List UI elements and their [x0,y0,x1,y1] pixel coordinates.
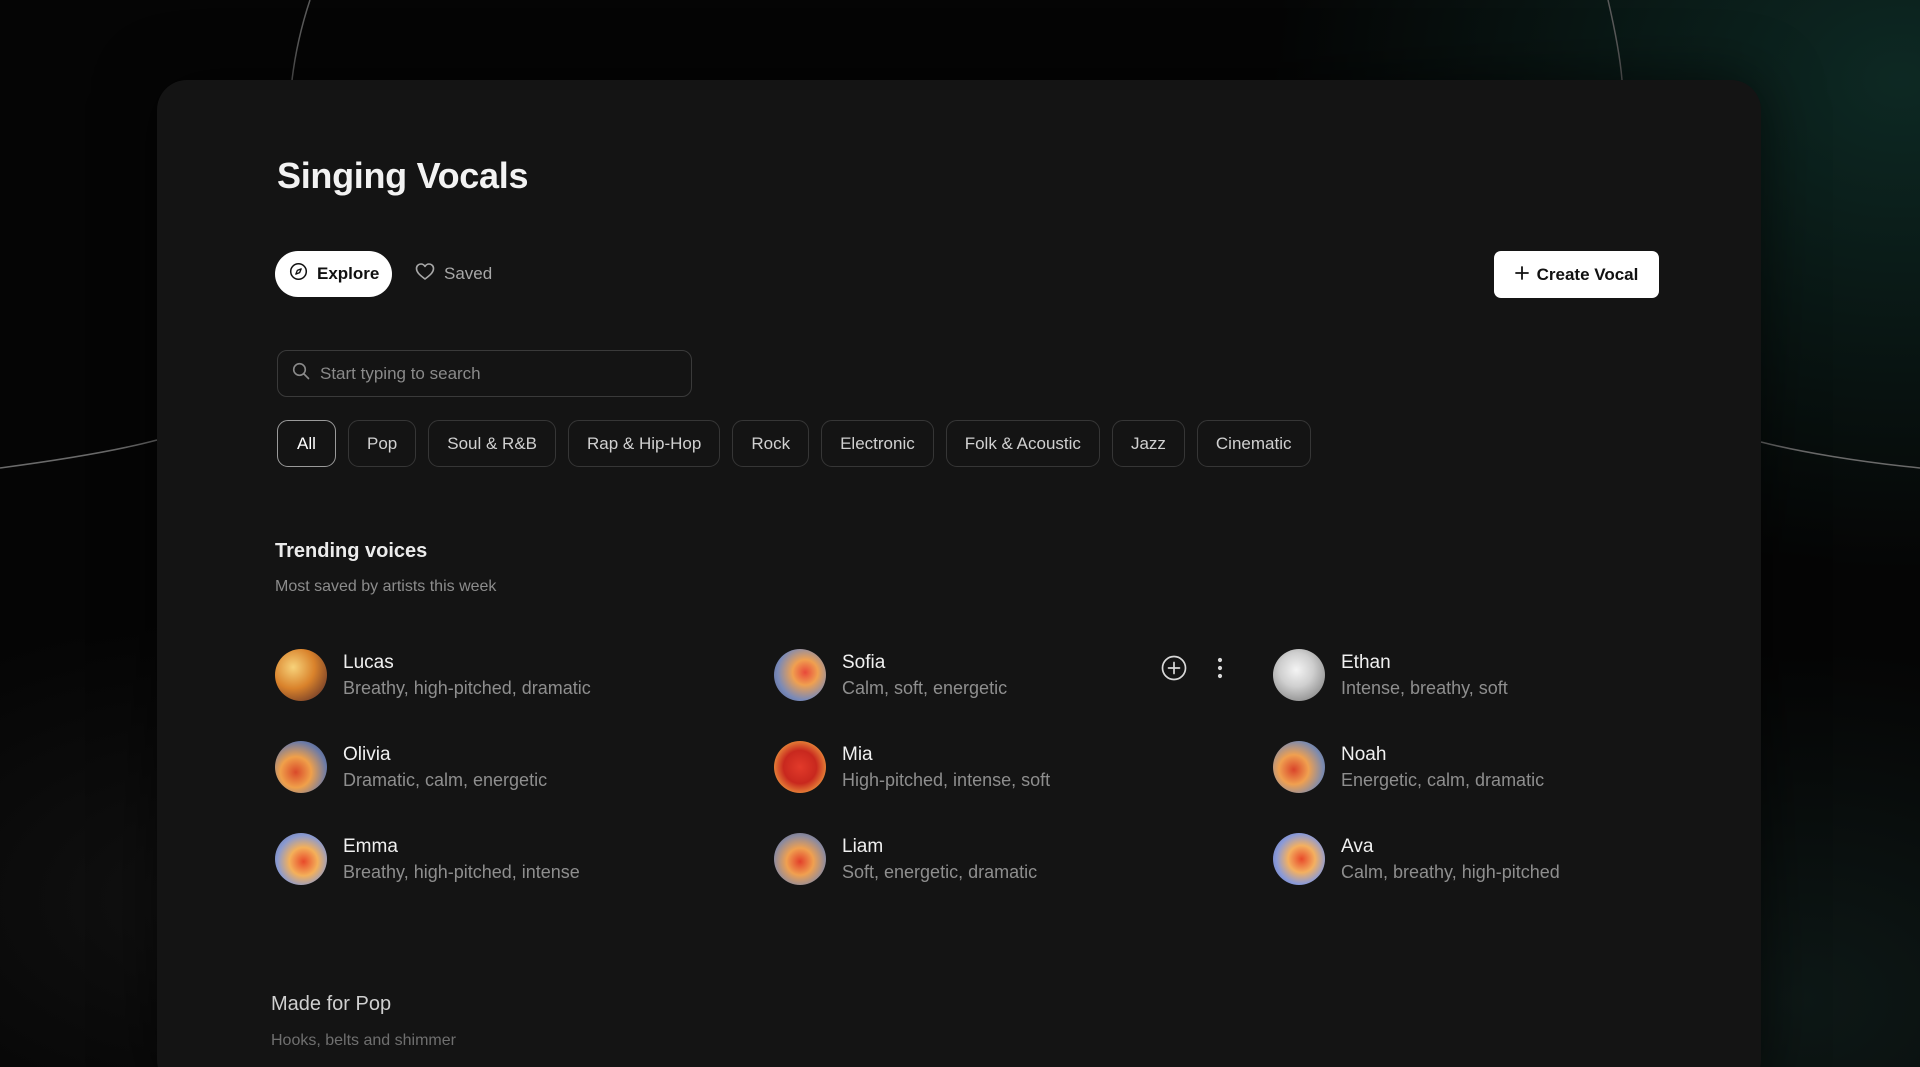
voice-name: Ava [1341,835,1374,857]
made-for-pop-title: Made for Pop [271,993,392,1015]
voice-name: Emma [343,835,398,857]
plus-icon [1514,265,1529,285]
voice-tags: Breathy, high-pitched, intense [343,861,580,882]
avatar [774,741,826,793]
voice-name: Olivia [343,743,391,765]
voice-tags: Dramatic, calm, energetic [343,769,548,790]
create-vocal-button[interactable]: Create Vocal [1494,251,1659,298]
voice-item[interactable]: Ava Calm, breathy, high-pitched [1273,831,1733,887]
tab-saved[interactable]: Saved [415,251,492,297]
avatar [774,833,826,885]
voice-name: Liam [842,835,884,857]
voice-item[interactable]: Noah Energetic, calm, dramatic [1273,739,1733,795]
filter-chip-rock[interactable]: Rock [732,420,810,467]
voice-name: Noah [1341,743,1387,765]
create-vocal-label: Create Vocal [1536,264,1639,284]
made-for-pop-subtitle: Hooks, belts and shimmer [271,1032,456,1049]
search-input[interactable] [320,363,660,384]
plus-circle-icon[interactable] [1160,654,1188,682]
voice-name: Sofia [842,651,886,673]
voice-item[interactable]: Lucas Breathy, high-pitched, dramatic [275,647,735,703]
voice-item[interactable]: Olivia Dramatic, calm, energetic [275,739,735,795]
voice-name: Ethan [1341,651,1391,673]
tab-explore-label: Explore [317,264,380,283]
filter-chip-electronic[interactable]: Electronic [821,420,934,467]
avatar [275,741,327,793]
voice-hover-actions [1160,654,1234,682]
search-box[interactable] [277,350,692,397]
filter-chip-cinematic[interactable]: Cinematic [1196,420,1311,467]
voice-item[interactable]: Emma Breathy, high-pitched, intense [275,831,735,887]
tab-saved-label: Saved [444,264,493,283]
more-vertical-icon[interactable] [1206,654,1234,682]
avatar [275,649,327,701]
voice-tags: Calm, soft, energetic [842,677,1008,698]
voice-tags: Breathy, high-pitched, dramatic [343,677,591,698]
filter-chip-soul-rnb[interactable]: Soul & R&B [428,420,557,467]
voice-tags: Calm, breathy, high-pitched [1341,861,1560,882]
voice-tags: Intense, breathy, soft [1341,677,1508,698]
voice-tags: Soft, energetic, dramatic [842,861,1038,882]
trending-title: Trending voices [275,540,428,562]
voice-item[interactable]: Mia High-pitched, intense, soft [774,739,1234,795]
page-title: Singing Vocals [277,155,529,196]
voice-name: Lucas [343,651,394,673]
main-panel: Singing Vocals Explore Saved Create Voca… [157,80,1761,1067]
voice-tags: Energetic, calm, dramatic [1341,769,1545,790]
search-icon [292,362,310,385]
avatar [774,649,826,701]
voice-item[interactable]: Ethan Intense, breathy, soft [1273,647,1733,703]
avatar [275,833,327,885]
compass-icon [289,262,308,286]
heart-icon [415,262,435,286]
genre-filters: All Pop Soul & R&B Rap & Hip-Hop Rock El… [277,420,1311,467]
filter-chip-jazz[interactable]: Jazz [1111,420,1185,467]
avatar [1273,741,1325,793]
filter-chip-rap-hiphop[interactable]: Rap & Hip-Hop [568,420,721,467]
avatar [1273,649,1325,701]
avatar [1273,833,1325,885]
voice-name: Mia [842,743,873,765]
filter-chip-all[interactable]: All [277,420,336,467]
voice-item[interactable]: Liam Soft, energetic, dramatic [774,831,1234,887]
voice-tags: High-pitched, intense, soft [842,769,1051,790]
filter-chip-folk-acoustic[interactable]: Folk & Acoustic [945,420,1100,467]
tab-explore[interactable]: Explore [275,251,392,297]
trending-subtitle: Most saved by artists this week [275,578,497,595]
filter-chip-pop[interactable]: Pop [348,420,417,467]
